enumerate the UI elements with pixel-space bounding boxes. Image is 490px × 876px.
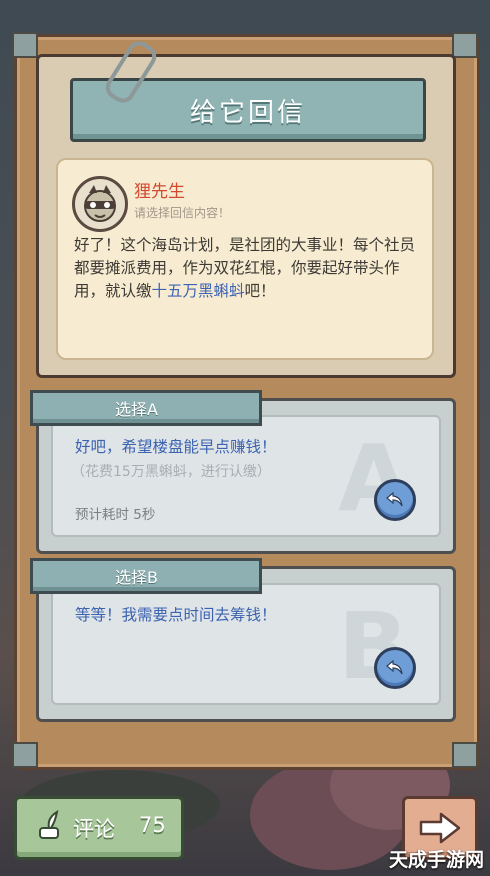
board-corner (12, 742, 38, 768)
choice-a-ribbon: 选择A (30, 390, 262, 426)
choice-a-reply-button[interactable] (374, 479, 416, 521)
quill-icon (39, 810, 59, 839)
board-corner (452, 32, 478, 58)
arrow-right-icon (419, 812, 461, 844)
choice-b-text: 等等！我需要点时间去筹钱！ (75, 606, 277, 624)
choice-a-cost: （花费15万黑蝌蚪，进行认缴） (71, 464, 271, 480)
page-title: 给它回信 (189, 97, 306, 128)
choice-b-label: 选择B (115, 568, 158, 587)
comment-count: 75 (139, 813, 166, 837)
letter-message: 好了！这个海岛计划，是社团的大事业！每个社员都要摊派费用，作为双花红棍，你要起好… (74, 234, 418, 303)
message-text-end: 吧！ (244, 282, 276, 300)
reply-arrow-icon (386, 659, 403, 675)
choice-b-reply-button[interactable] (374, 647, 416, 689)
message-highlight: 十五万黑蝌蚪 (151, 282, 245, 300)
board-corner (452, 742, 478, 768)
raccoon-avatar-icon (72, 176, 128, 232)
choice-a-time: 预计耗时 5秒 (75, 507, 156, 523)
choice-a-text: 好吧，希望楼盘能早点赚钱！ (75, 438, 277, 456)
choice-b-ribbon: 选择B (30, 558, 262, 594)
select-reply-hint: 请选择回信内容！ (134, 206, 231, 220)
comment-button[interactable]: 评论 75 (14, 796, 184, 860)
comment-label: 评论 (73, 817, 115, 841)
choice-a-label: 选择A (115, 400, 158, 419)
watermark: 天成手游网 (388, 849, 484, 871)
sender-name: 狸先生 (134, 182, 185, 202)
reply-arrow-icon (386, 491, 403, 507)
choice-b-inner: B 等等！我需要点时间去筹钱！ (51, 583, 441, 705)
board-corner (12, 32, 38, 58)
choice-a-inner: A 好吧，希望楼盘能早点赚钱！ （花费15万黑蝌蚪，进行认缴） 预计耗时 5秒 (51, 415, 441, 537)
